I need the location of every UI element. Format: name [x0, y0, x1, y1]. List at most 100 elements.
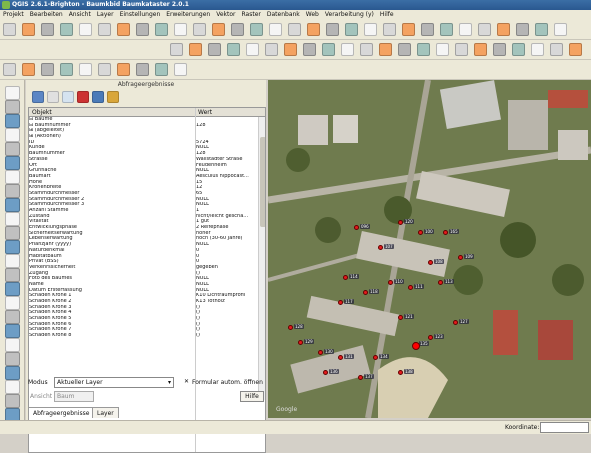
menu-item-0[interactable]: Projekt: [0, 10, 27, 20]
tool-15-icon[interactable]: [288, 23, 301, 36]
digitize-tool-14-icon[interactable]: [436, 43, 449, 56]
menu-item-2[interactable]: Ansicht: [66, 10, 94, 20]
tree-point[interactable]: [338, 300, 343, 305]
tree-row[interactable]: Schaden Krone 8 (): [29, 333, 265, 339]
close-icon[interactable]: ✕: [184, 378, 189, 385]
tree-point[interactable]: [418, 230, 423, 235]
digitize-tool-15-icon[interactable]: [455, 43, 468, 56]
tool-2-icon[interactable]: [41, 23, 54, 36]
digitize-tool-7-icon[interactable]: [303, 43, 316, 56]
digitize-tool-13-icon[interactable]: [417, 43, 430, 56]
tool-3-icon[interactable]: [60, 23, 73, 36]
digitize-tool-9-icon[interactable]: [341, 43, 354, 56]
layer-tool-21-icon[interactable]: [5, 380, 20, 394]
tool-16-icon[interactable]: [307, 23, 320, 36]
layer-tool-7-icon[interactable]: [5, 184, 20, 198]
digitize-tool-20-icon[interactable]: [550, 43, 563, 56]
plugin-tool-1-icon[interactable]: [22, 63, 35, 76]
tool-1-icon[interactable]: [22, 23, 35, 36]
tab-layer[interactable]: Layer: [92, 407, 119, 418]
digitize-tool-0-icon[interactable]: [170, 43, 183, 56]
tree-point[interactable]: [428, 335, 433, 340]
tree-point[interactable]: [443, 230, 448, 235]
tree-point[interactable]: [354, 225, 359, 230]
tree-point[interactable]: [438, 280, 443, 285]
digitize-tool-2-icon[interactable]: [208, 43, 221, 56]
menu-item-8[interactable]: Datenbank: [264, 10, 303, 20]
plugin-tool-0-icon[interactable]: [3, 63, 16, 76]
tree-point[interactable]: [343, 275, 348, 280]
layer-tool-3-icon[interactable]: [5, 128, 20, 142]
layer-tool-5-icon[interactable]: [5, 156, 20, 170]
tool-18-icon[interactable]: [345, 23, 358, 36]
digitize-tool-1-icon[interactable]: [189, 43, 202, 56]
selected-tree-point[interactable]: [412, 342, 420, 350]
digitize-tool-3-icon[interactable]: [227, 43, 240, 56]
tool-17-icon[interactable]: [326, 23, 339, 36]
tool-6-icon[interactable]: [117, 23, 130, 36]
tree-point[interactable]: [398, 370, 403, 375]
tool-26-icon[interactable]: [497, 23, 510, 36]
tree-point[interactable]: [363, 290, 368, 295]
tree-point[interactable]: [398, 315, 403, 320]
digitize-tool-6-icon[interactable]: [284, 43, 297, 56]
layer-tool-8-icon[interactable]: [5, 198, 20, 212]
tree-point[interactable]: [318, 350, 323, 355]
tool-24-icon[interactable]: [459, 23, 472, 36]
digitize-tool-19-icon[interactable]: [531, 43, 544, 56]
menu-item-9[interactable]: Web: [303, 10, 322, 20]
expand-icon[interactable]: [32, 91, 44, 103]
digitize-tool-18-icon[interactable]: [512, 43, 525, 56]
tree-point[interactable]: [373, 355, 378, 360]
digitize-tool-8-icon[interactable]: [322, 43, 335, 56]
plugin-tool-9-icon[interactable]: [174, 63, 187, 76]
tree-point[interactable]: [378, 245, 383, 250]
collapse-icon[interactable]: [47, 91, 59, 103]
tool-11-icon[interactable]: [212, 23, 225, 36]
tool-7-icon[interactable]: [136, 23, 149, 36]
layer-tool-20-icon[interactable]: [5, 366, 20, 380]
tool-5-icon[interactable]: [98, 23, 111, 36]
digitize-tool-21-icon[interactable]: [569, 43, 582, 56]
menu-item-6[interactable]: Vektor: [213, 10, 238, 20]
tool-8-icon[interactable]: [155, 23, 168, 36]
tree-point[interactable]: [323, 370, 328, 375]
tree-point[interactable]: [453, 320, 458, 325]
layer-tool-6-icon[interactable]: [5, 170, 20, 184]
tool-20-icon[interactable]: [383, 23, 396, 36]
menu-item-5[interactable]: Erweiterungen: [163, 10, 213, 20]
digitize-tool-10-icon[interactable]: [360, 43, 373, 56]
plugin-tool-4-icon[interactable]: [79, 63, 92, 76]
layer-tool-16-icon[interactable]: [5, 310, 20, 324]
tree-point[interactable]: [338, 355, 343, 360]
layer-tool-10-icon[interactable]: [5, 226, 20, 240]
layer-tool-18-icon[interactable]: [5, 338, 20, 352]
layer-tool-17-icon[interactable]: [5, 324, 20, 338]
tree-point[interactable]: [298, 340, 303, 345]
tool-12-icon[interactable]: [231, 23, 244, 36]
digitize-tool-11-icon[interactable]: [379, 43, 392, 56]
tool-27-icon[interactable]: [516, 23, 529, 36]
tool-28-icon[interactable]: [535, 23, 548, 36]
layer-tool-12-icon[interactable]: [5, 254, 20, 268]
menu-item-1[interactable]: Bearbeiten: [27, 10, 66, 20]
digitize-tool-17-icon[interactable]: [493, 43, 506, 56]
layer-tool-4-icon[interactable]: [5, 142, 20, 156]
plugin-tool-7-icon[interactable]: [136, 63, 149, 76]
tree-point[interactable]: [398, 220, 403, 225]
tree-point[interactable]: [408, 285, 413, 290]
layer-tool-19-icon[interactable]: [5, 352, 20, 366]
tree-point[interactable]: [388, 280, 393, 285]
print-icon[interactable]: [107, 91, 119, 103]
mode-select[interactable]: Aktueller Layer ▾: [54, 377, 174, 388]
layer-tool-13-icon[interactable]: [5, 268, 20, 282]
layer-tool-2-icon[interactable]: [5, 114, 20, 128]
digitize-tool-12-icon[interactable]: [398, 43, 411, 56]
view-select[interactable]: Baum: [54, 391, 94, 402]
tree-scrollbar[interactable]: [258, 117, 265, 400]
tool-22-icon[interactable]: [421, 23, 434, 36]
layer-tool-15-icon[interactable]: [5, 296, 20, 310]
tool-10-icon[interactable]: [193, 23, 206, 36]
plugin-tool-8-icon[interactable]: [155, 63, 168, 76]
tree-point[interactable]: [358, 375, 363, 380]
